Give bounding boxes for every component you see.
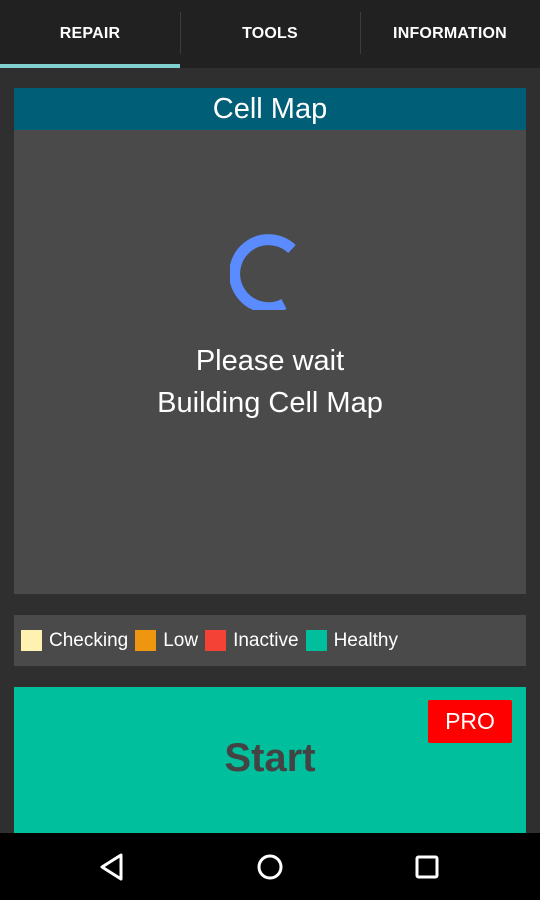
tab-tools[interactable]: TOOLS: [180, 0, 360, 68]
app-screen: REPAIR TOOLS INFORMATION Cell Map Please…: [0, 0, 540, 900]
tab-tools-label: TOOLS: [242, 25, 298, 42]
pro-badge[interactable]: PRO: [428, 700, 512, 743]
legend-label-low: Low: [163, 629, 199, 651]
cell-map-title: Cell Map: [14, 88, 526, 130]
legend-item-inactive: Inactive: [205, 629, 299, 652]
legend-swatch-checking: [21, 630, 42, 651]
loading-spinner-icon: [230, 234, 296, 310]
tab-information[interactable]: INFORMATION: [360, 0, 540, 68]
system-nav-bar: [0, 833, 540, 900]
legend-swatch-low: [135, 630, 157, 651]
legend-label-checking: Checking: [49, 629, 129, 651]
tab-repair[interactable]: REPAIR: [0, 0, 180, 68]
legend-swatch-inactive: [205, 630, 227, 651]
legend-item-checking: Checking: [21, 630, 128, 652]
recents-square-icon[interactable]: [407, 847, 447, 887]
legend-item-healthy: Healthy: [305, 629, 398, 652]
status-line-building: Building Cell Map: [157, 387, 383, 419]
status-line-please-wait: Please wait: [195, 345, 345, 377]
tab-bar: REPAIR TOOLS INFORMATION: [0, 0, 540, 68]
legend-label-inactive: Inactive: [233, 629, 299, 651]
cell-map-card: Cell Map Please wait Building Cell Map: [14, 88, 526, 594]
home-circle-icon[interactable]: [250, 847, 290, 887]
legend-swatch-healthy: [305, 630, 327, 651]
active-tab-indicator: [0, 64, 180, 68]
tab-repair-label: REPAIR: [59, 25, 121, 42]
legend-item-low: Low: [135, 630, 198, 652]
legend-label-healthy: Healthy: [333, 629, 398, 651]
start-button[interactable]: Start PRO: [14, 687, 526, 833]
back-triangle-icon[interactable]: [93, 847, 133, 887]
cell-status-legend: Checking Low Inactive Healthy: [14, 615, 526, 666]
tab-information-label: INFORMATION: [393, 25, 507, 42]
